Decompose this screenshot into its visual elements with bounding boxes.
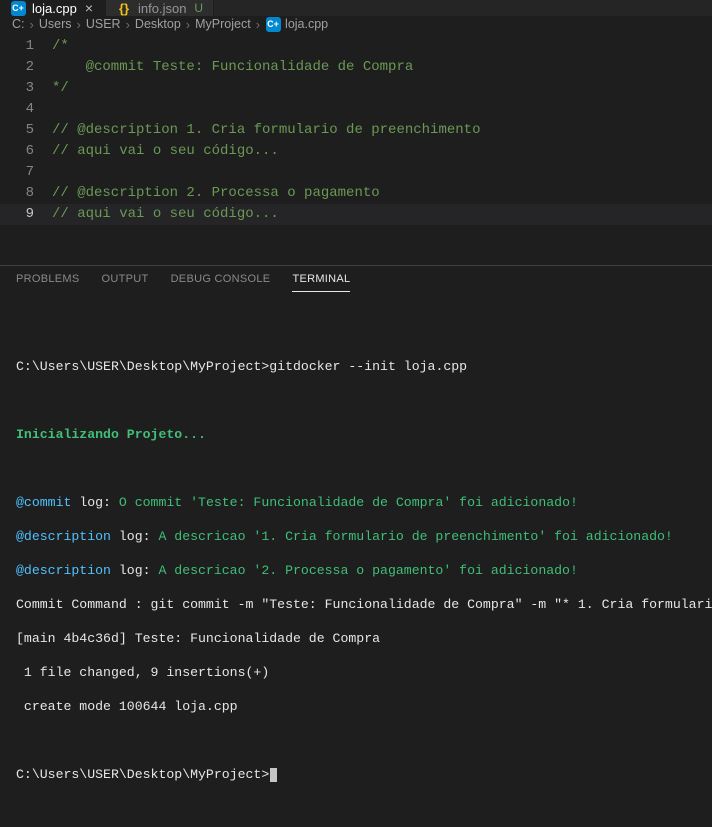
chevron-right-icon: › bbox=[186, 17, 190, 32]
tab-loja-cpp[interactable]: C+ loja.cpp × bbox=[0, 0, 106, 16]
code-line[interactable]: 4 bbox=[0, 99, 712, 120]
breadcrumb-file-label: loja.cpp bbox=[285, 17, 328, 31]
line-number: 7 bbox=[0, 162, 52, 183]
line-number: 5 bbox=[0, 120, 52, 141]
bottom-panel: PROBLEMS OUTPUT DEBUG CONSOLE TERMINAL C… bbox=[0, 265, 712, 827]
terminal-text: log: bbox=[111, 529, 158, 544]
tab-label: loja.cpp bbox=[32, 1, 77, 16]
cpp-icon: C+ bbox=[10, 0, 26, 16]
code-text: // aqui vai o seu código... bbox=[52, 204, 279, 225]
code-line[interactable]: 2 @commit Teste: Funcionalidade de Compr… bbox=[0, 57, 712, 78]
panel-tab-problems[interactable]: PROBLEMS bbox=[16, 273, 80, 292]
terminal-tag: @description bbox=[16, 563, 111, 578]
terminal-output[interactable]: C:\Users\USER\Desktop\MyProject>gitdocke… bbox=[0, 292, 712, 827]
panel-tab-output[interactable]: OUTPUT bbox=[102, 273, 149, 292]
terminal-prompt: C:\Users\USER\Desktop\MyProject> bbox=[16, 359, 269, 374]
code-text: // aqui vai o seu código... bbox=[52, 141, 279, 162]
terminal-line: Inicializando Projeto... bbox=[16, 427, 206, 442]
chevron-right-icon: › bbox=[77, 17, 81, 32]
breadcrumb-item[interactable]: USER bbox=[86, 17, 121, 31]
code-line[interactable]: 3*/ bbox=[0, 78, 712, 99]
panel-tab-bar: PROBLEMS OUTPUT DEBUG CONSOLE TERMINAL bbox=[0, 266, 712, 292]
terminal-line: 1 file changed, 9 insertions(+) bbox=[16, 665, 269, 680]
tab-info-json[interactable]: {} info.json U bbox=[106, 0, 214, 16]
terminal-line: [main 4b4c36d] Teste: Funcionalidade de … bbox=[16, 631, 380, 646]
breadcrumb: C: › Users › USER › Desktop › MyProject … bbox=[0, 16, 712, 32]
code-line[interactable]: 7 bbox=[0, 162, 712, 183]
git-status-badge: U bbox=[194, 1, 203, 15]
code-line[interactable]: 5// @description 1. Cria formulario de p… bbox=[0, 120, 712, 141]
line-number: 8 bbox=[0, 183, 52, 204]
line-number: 9 bbox=[0, 204, 52, 225]
line-number: 2 bbox=[0, 57, 52, 78]
terminal-line: Commit Command : git commit -m "Teste: F… bbox=[16, 597, 712, 612]
json-icon: {} bbox=[116, 0, 132, 16]
code-text: // @description 1. Cria formulario de pr… bbox=[52, 120, 480, 141]
breadcrumb-item[interactable]: Users bbox=[39, 17, 72, 31]
terminal-prompt: C:\Users\USER\Desktop\MyProject> bbox=[16, 767, 269, 782]
terminal-line: create mode 100644 loja.cpp bbox=[16, 699, 238, 714]
terminal-cursor bbox=[270, 768, 277, 782]
code-text: // @description 2. Processa o pagamento bbox=[52, 183, 380, 204]
breadcrumb-item[interactable]: MyProject bbox=[195, 17, 251, 31]
chevron-right-icon: › bbox=[126, 17, 130, 32]
chevron-right-icon: › bbox=[30, 17, 34, 32]
code-text: /* bbox=[52, 36, 69, 57]
tab-label: info.json bbox=[138, 1, 186, 16]
code-line[interactable]: 9// aqui vai o seu código... bbox=[0, 204, 712, 225]
terminal-text: A descricao '2. Processa o pagamento' fo… bbox=[158, 563, 577, 578]
code-text: */ bbox=[52, 78, 69, 99]
line-number: 1 bbox=[0, 36, 52, 57]
terminal-text: A descricao '1. Cria formulario de preen… bbox=[158, 529, 672, 544]
terminal-text: O commit 'Teste: Funcionalidade de Compr… bbox=[119, 495, 578, 510]
line-number: 3 bbox=[0, 78, 52, 99]
code-line[interactable]: 1/* bbox=[0, 36, 712, 57]
code-text: @commit Teste: Funcionalidade de Compra bbox=[52, 57, 413, 78]
panel-tab-terminal[interactable]: TERMINAL bbox=[292, 273, 350, 292]
chevron-right-icon: › bbox=[256, 17, 260, 32]
breadcrumb-file[interactable]: C+ loja.cpp bbox=[265, 16, 328, 32]
tab-bar: C+ loja.cpp × {} info.json U bbox=[0, 0, 712, 16]
close-icon[interactable]: × bbox=[83, 0, 95, 16]
terminal-tag: @description bbox=[16, 529, 111, 544]
terminal-tag: @commit bbox=[16, 495, 71, 510]
cpp-icon: C+ bbox=[265, 16, 281, 32]
code-line[interactable]: 6// aqui vai o seu código... bbox=[0, 141, 712, 162]
breadcrumb-item[interactable]: C: bbox=[12, 17, 25, 31]
line-number: 6 bbox=[0, 141, 52, 162]
breadcrumb-item[interactable]: Desktop bbox=[135, 17, 181, 31]
terminal-text: log: bbox=[111, 563, 158, 578]
panel-tab-debug-console[interactable]: DEBUG CONSOLE bbox=[171, 273, 271, 292]
terminal-text: log: bbox=[71, 495, 118, 510]
terminal-command: gitdocker --init loja.cpp bbox=[269, 359, 467, 374]
code-line[interactable]: 8// @description 2. Processa o pagamento bbox=[0, 183, 712, 204]
line-number: 4 bbox=[0, 99, 52, 120]
code-editor[interactable]: 1/*2 @commit Teste: Funcionalidade de Co… bbox=[0, 32, 712, 225]
